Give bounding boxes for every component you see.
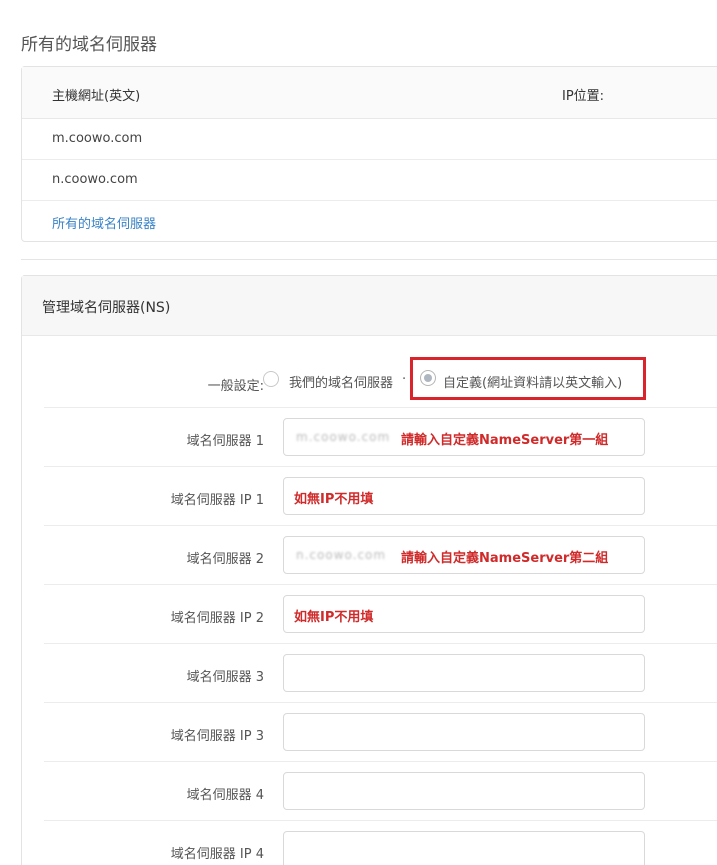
general-setting-label: 一般設定: xyxy=(207,379,264,394)
column-header-ip: IP位置: xyxy=(562,89,605,104)
field-label: 域名伺服器 IP 2 xyxy=(170,611,264,626)
field-row-ns4: 域名伺服器 4 xyxy=(44,762,717,821)
input-annotation: 請輸入自定義NameServer第一組 xyxy=(401,433,609,448)
field-row-ns2: 域名伺服器 2 n.coowo.com 請輸入自定義NameServer第二組 xyxy=(44,526,717,585)
nameserver-4-input[interactable] xyxy=(283,772,645,810)
field-row-ns1: 域名伺服器 1 m.coowo.com 請輸入自定義NameServer第一組 xyxy=(44,408,717,467)
input-value: m.coowo.com xyxy=(296,430,391,444)
radio-custom-nameservers-label[interactable]: 自定義(網址資料請以英文輸入) xyxy=(443,372,622,391)
general-setting-row: 一般設定: 我們的域名伺服器 · 自定義(網址資料請以英文輸入) xyxy=(44,348,717,408)
input-annotation: 請輸入自定義NameServer第二組 xyxy=(401,551,609,566)
field-label: 域名伺服器 IP 1 xyxy=(170,493,264,508)
nameserver-ip-4-input[interactable] xyxy=(283,831,645,865)
nameserver-ip-1-input[interactable]: 如無IP不用填 xyxy=(283,477,645,515)
table-row: n.coowo.com xyxy=(22,160,717,201)
manage-nameserver-header: 管理域名伺服器(NS) xyxy=(22,276,717,336)
input-annotation: 如無IP不用填 xyxy=(294,492,374,507)
field-row-ip1: 域名伺服器 IP 1 如無IP不用填 xyxy=(44,467,717,526)
nameserver-2-input[interactable]: n.coowo.com 請輸入自定義NameServer第二組 xyxy=(283,536,645,574)
manage-nameserver-card: 管理域名伺服器(NS) 一般設定: 我們的域名伺服器 · 自定義(網址資料請以英… xyxy=(21,275,717,865)
field-label: 域名伺服器 IP 3 xyxy=(170,729,264,744)
field-row-ns3: 域名伺服器 3 xyxy=(44,644,717,703)
field-label: 域名伺服器 2 xyxy=(186,552,264,567)
manage-nameserver-title: 管理域名伺服器(NS) xyxy=(42,300,171,316)
nameserver-host: n.coowo.com xyxy=(52,172,138,187)
radio-custom-nameservers[interactable] xyxy=(420,370,436,386)
table-row: m.coowo.com xyxy=(22,119,717,160)
all-nameservers-link[interactable]: 所有的域名伺服器 xyxy=(52,213,156,232)
nameserver-host: m.coowo.com xyxy=(52,131,143,146)
field-label: 域名伺服器 4 xyxy=(186,788,264,803)
field-label: 域名伺服器 3 xyxy=(186,670,264,685)
nameserver-ip-2-input[interactable]: 如無IP不用填 xyxy=(283,595,645,633)
radio-our-nameservers-label[interactable]: 我們的域名伺服器 xyxy=(289,372,393,391)
column-header-host: 主機網址(英文) xyxy=(52,89,141,104)
option-separator: · xyxy=(402,372,407,387)
field-row-ip2: 域名伺服器 IP 2 如無IP不用填 xyxy=(44,585,717,644)
all-nameservers-row: 所有的域名伺服器 xyxy=(22,201,717,241)
section-divider xyxy=(21,259,717,260)
radio-our-nameservers[interactable] xyxy=(263,371,279,387)
input-annotation: 如無IP不用填 xyxy=(294,610,374,625)
nameserver-1-input[interactable]: m.coowo.com 請輸入自定義NameServer第一組 xyxy=(283,418,645,456)
page-title: 所有的域名伺服器 xyxy=(21,35,157,55)
field-row-ip4: 域名伺服器 IP 4 xyxy=(44,821,717,865)
field-label: 域名伺服器 IP 4 xyxy=(170,847,264,862)
nameserver-ip-3-input[interactable] xyxy=(283,713,645,751)
nameserver-3-input[interactable] xyxy=(283,654,645,692)
nameserver-list-header: 主機網址(英文) IP位置: xyxy=(22,67,717,119)
field-label: 域名伺服器 1 xyxy=(186,434,264,449)
input-value: n.coowo.com xyxy=(296,548,387,562)
field-row-ip3: 域名伺服器 IP 3 xyxy=(44,703,717,762)
nameserver-list-card: 主機網址(英文) IP位置: m.coowo.com n.coowo.com 所… xyxy=(21,66,717,242)
